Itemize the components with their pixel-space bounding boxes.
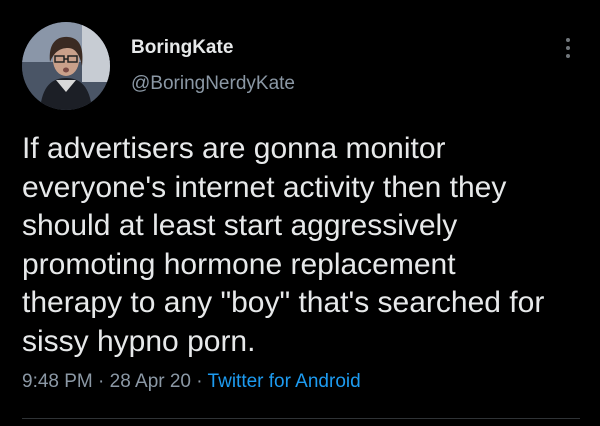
divider bbox=[22, 418, 580, 419]
tweet-time[interactable]: 9:48 PM bbox=[22, 371, 93, 392]
more-dot bbox=[566, 54, 570, 58]
tweet-source-link[interactable]: Twitter for Android bbox=[208, 371, 361, 392]
display-name[interactable]: BoringKate bbox=[131, 37, 233, 59]
tweet-date[interactable]: 28 Apr 20 bbox=[110, 371, 191, 392]
avatar-image bbox=[22, 22, 110, 110]
meta-separator: · bbox=[98, 371, 105, 392]
tweet-text: If advertisers are gonna monitor everyon… bbox=[22, 132, 545, 358]
user-handle[interactable]: @BoringNerdyKate bbox=[131, 73, 295, 95]
avatar[interactable] bbox=[22, 22, 110, 110]
tweet-card: BoringKate @BoringNerdyKate If advertise… bbox=[0, 0, 600, 426]
more-dot bbox=[566, 38, 570, 42]
more-dot bbox=[566, 46, 570, 50]
meta-separator: · bbox=[196, 371, 203, 392]
tweet-meta: 9:48 PM · 28 Apr 20 · Twitter for Androi… bbox=[22, 371, 361, 393]
more-vertical-icon[interactable] bbox=[556, 32, 580, 64]
